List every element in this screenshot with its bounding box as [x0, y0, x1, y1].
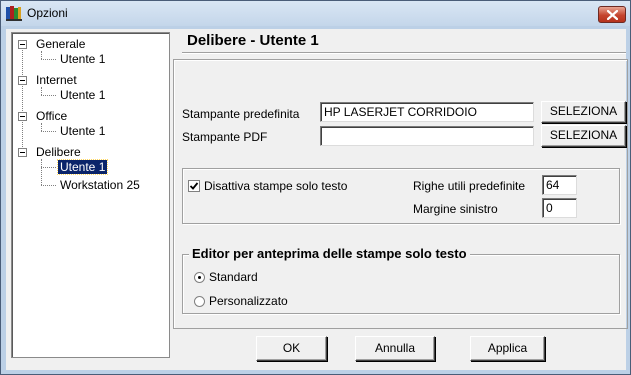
tree-node-generale-utente[interactable]: Utente 1 — [58, 52, 107, 66]
settings-panel: Stampante predefinita HP LASERJET CORRID… — [173, 59, 628, 329]
editor-group-title: Editor per anteprima delle stampe solo t… — [189, 246, 470, 261]
books-icon — [6, 6, 22, 21]
printer-pdf-label: Stampante PDF — [182, 130, 268, 144]
dialog-client: Generale Utente 1 Internet Utente 1 Offi… — [6, 29, 628, 370]
radio-selected-dot — [198, 276, 201, 279]
tree-connector — [41, 59, 56, 60]
printer-default-label: Stampante predefinita — [182, 107, 300, 121]
collapse-icon[interactable] — [18, 148, 27, 157]
text-print-group: Disattiva stampe solo testo Righe utili … — [182, 168, 620, 224]
tree-connector — [22, 45, 23, 153]
editor-custom-label[interactable]: Personalizzato — [209, 294, 288, 308]
close-icon — [607, 10, 618, 20]
editor-standard-label[interactable]: Standard — [209, 270, 258, 284]
tree-node-delibere-workstation[interactable]: Workstation 25 — [58, 178, 142, 192]
options-tree[interactable]: Generale Utente 1 Internet Utente 1 Offi… — [11, 32, 170, 358]
lines-field[interactable]: 64 — [542, 175, 577, 195]
tree-node-delibere[interactable]: Delibere — [34, 145, 83, 159]
printer-default-field[interactable]: HP LASERJET CORRIDOIO — [320, 102, 534, 122]
tree-connector — [41, 51, 42, 59]
cancel-button[interactable]: Annulla — [355, 336, 435, 361]
check-icon — [189, 182, 199, 190]
select-printer-pdf-button[interactable]: SELEZIONA — [541, 125, 626, 147]
tree-connector — [41, 87, 42, 95]
apply-button[interactable]: Applica — [470, 336, 545, 361]
disable-text-print-label[interactable]: Disattiva stampe solo testo — [204, 179, 347, 193]
editor-custom-radio[interactable] — [194, 296, 205, 307]
tree-node-internet[interactable]: Internet — [34, 73, 79, 87]
printer-pdf-field[interactable] — [320, 126, 534, 146]
tree-node-delibere-utente-selected[interactable]: Utente 1 — [56, 159, 109, 175]
tree-node-internet-utente[interactable]: Utente 1 — [58, 88, 107, 102]
tree-connector — [41, 159, 42, 185]
tree-node-generale[interactable]: Generale — [34, 37, 87, 51]
collapse-icon[interactable] — [18, 76, 27, 85]
heading-divider — [182, 52, 626, 54]
tree-connector — [41, 167, 56, 168]
tree-connector — [41, 123, 42, 131]
close-button[interactable] — [598, 6, 626, 23]
options-window: Opzioni Generale Utente 1 Internet Utent… — [0, 0, 631, 375]
margin-field[interactable]: 0 — [542, 198, 577, 218]
margin-label: Margine sinistro — [413, 202, 498, 216]
editor-group: Editor per anteprima delle stampe solo t… — [182, 246, 620, 314]
collapse-icon[interactable] — [18, 112, 27, 121]
collapse-icon[interactable] — [18, 40, 27, 49]
title-bar[interactable]: Opzioni — [1, 1, 630, 26]
disable-text-print-checkbox[interactable] — [188, 180, 200, 192]
tree-connector — [41, 185, 56, 186]
tree-node-office-utente[interactable]: Utente 1 — [58, 124, 107, 138]
tree-connector — [41, 131, 56, 132]
ok-button[interactable]: OK — [256, 336, 327, 361]
window-title: Opzioni — [27, 6, 68, 20]
page-title: Delibere - Utente 1 — [187, 32, 319, 49]
lines-label: Righe utili predefinite — [413, 179, 526, 193]
select-printer-default-button[interactable]: SELEZIONA — [541, 101, 626, 123]
editor-standard-radio[interactable] — [194, 272, 205, 283]
tree-connector — [41, 95, 56, 96]
tree-node-office[interactable]: Office — [34, 109, 69, 123]
